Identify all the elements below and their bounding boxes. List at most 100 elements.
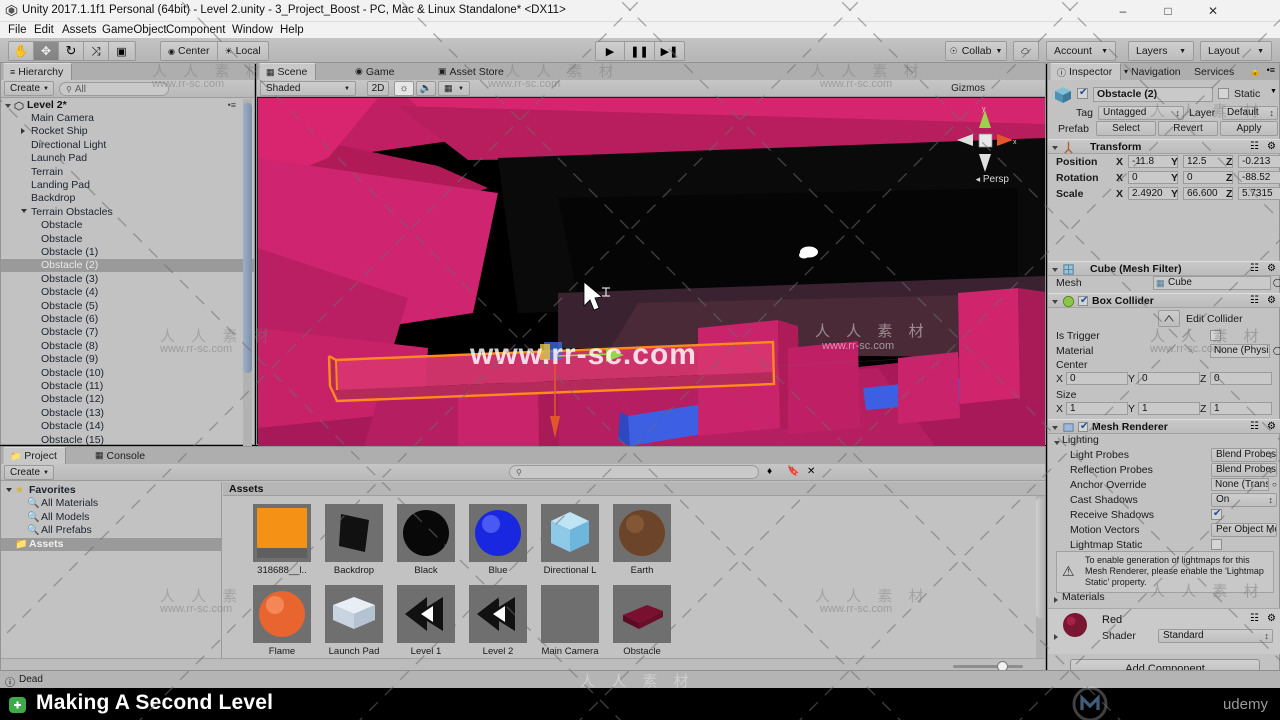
filter-type-icon[interactable]: ♦ <box>767 466 772 477</box>
chevron-down-icon[interactable] <box>21 208 27 213</box>
asset-item[interactable]: Main Camera <box>529 585 611 657</box>
menu-item-window[interactable]: Window <box>228 23 277 37</box>
collider-size-field[interactable]: 1 <box>1066 402 1128 415</box>
window-minimize-button[interactable]: – <box>1101 0 1145 22</box>
asset-scroll-thumb[interactable] <box>1036 498 1045 618</box>
filter-label-icon[interactable]: 🔖 <box>787 466 799 477</box>
hierarchy-item[interactable]: Rocket Ship <box>1 125 254 138</box>
scene-lighting-toggle[interactable]: ☼ <box>394 81 414 96</box>
mesh-object-field[interactable]: Cube <box>1153 276 1271 290</box>
asset-item[interactable]: 318688__l.. <box>241 504 323 576</box>
hierarchy-item[interactable]: Obstacle <box>1 233 254 246</box>
transform-value-field[interactable]: 5.7315 <box>1238 187 1280 200</box>
tab-scene[interactable]: ▦ Scene <box>259 63 317 80</box>
hierarchy-item[interactable]: Obstacle (7) <box>1 326 254 339</box>
renderer-row-checkbox[interactable] <box>1211 539 1222 550</box>
tag-dropdown[interactable]: Untagged <box>1098 106 1184 120</box>
layers-button[interactable]: Layers ▼ <box>1128 41 1194 61</box>
rect-tool-button[interactable]: ▣ <box>109 42 134 60</box>
layer-dropdown[interactable]: Default <box>1222 106 1278 120</box>
box-collider-enabled-checkbox[interactable] <box>1078 295 1088 306</box>
hierarchy-item[interactable]: Obstacle (15) <box>1 434 254 447</box>
window-close-button[interactable]: ✕ <box>1191 0 1235 22</box>
gear-icon[interactable]: ⚙ <box>1267 295 1276 306</box>
hierarchy-options-icon[interactable]: •≡ <box>228 99 236 112</box>
scene-projection-label[interactable]: ◂ Persp <box>976 174 1009 185</box>
collider-size-field[interactable]: 1 <box>1138 402 1200 415</box>
object-picker-icon[interactable]: ◯ <box>1273 278 1280 287</box>
help-icon[interactable]: ☷ <box>1250 141 1259 152</box>
asset-scrollbar[interactable] <box>1036 496 1045 674</box>
scene-viewport[interactable]: y x ◂ Persp <box>258 98 1045 504</box>
asset-item[interactable]: Level 1 <box>385 585 467 657</box>
project-splitter[interactable] <box>221 482 222 674</box>
gear-icon[interactable]: ⚙ <box>1267 421 1276 432</box>
prefab-revert-button[interactable]: Revert <box>1158 121 1218 136</box>
menu-item-gameobject[interactable]: GameObject <box>98 23 171 37</box>
scene-fx-dropdown[interactable]: ▦ ▼ <box>438 81 470 96</box>
menu-item-help[interactable]: Help <box>276 23 308 37</box>
asset-zoom-slider[interactable] <box>953 661 1023 672</box>
hierarchy-item[interactable]: Obstacle (9) <box>1 353 254 366</box>
help-icon[interactable]: ☷ <box>1250 263 1259 274</box>
collider-center-field[interactable]: 0 <box>1138 372 1200 385</box>
tab-hierarchy[interactable]: ≡ Hierarchy <box>3 63 73 80</box>
mesh-renderer-component-header[interactable]: Mesh Renderer ☷ ⚙ <box>1048 419 1280 434</box>
edit-collider-button[interactable] <box>1158 310 1180 327</box>
scale-tool-button[interactable]: ⤨ <box>84 42 109 60</box>
hierarchy-item[interactable]: Launch Pad <box>1 152 254 165</box>
rotate-tool-button[interactable]: ↻ <box>59 42 84 60</box>
tab-services[interactable]: Services <box>1188 63 1242 80</box>
hierarchy-item[interactable]: Landing Pad <box>1 179 254 192</box>
hierarchy-item[interactable]: Obstacle (1) <box>1 246 254 259</box>
object-picker-icon[interactable]: ○ <box>1272 480 1277 489</box>
hierarchy-item[interactable]: Obstacle (14) <box>1 420 254 433</box>
chevron-down-icon[interactable]: ▼ <box>1270 88 1277 95</box>
hierarchy-item[interactable]: Obstacle (4) <box>1 286 254 299</box>
gameobject-name-field[interactable]: Obstacle (2) <box>1093 87 1213 102</box>
hierarchy-item[interactable]: Backdrop <box>1 192 254 205</box>
hierarchy-item[interactable]: Terrain Obstacles <box>1 206 254 219</box>
chevron-down-icon[interactable] <box>1052 300 1058 304</box>
toggle-2d-button[interactable]: 2D <box>367 81 389 96</box>
object-picker-icon[interactable]: ◯ <box>1273 346 1280 355</box>
chevron-down-icon[interactable] <box>6 488 12 492</box>
project-search-input[interactable]: ⚲ <box>509 465 759 479</box>
tab-game[interactable]: ◉ Game <box>349 63 402 80</box>
transform-value-field[interactable]: -0.213 <box>1238 155 1280 168</box>
asset-item[interactable]: Backdrop <box>313 504 395 576</box>
asset-item[interactable]: Earth <box>601 504 683 576</box>
is-trigger-checkbox[interactable] <box>1210 330 1221 341</box>
static-checkbox[interactable] <box>1218 88 1229 99</box>
asset-browser[interactable]: Assets 318688__l.. Backdrop Black Blue Direc… <box>223 482 1045 720</box>
pivot-mode-button[interactable]: ◉ Center <box>160 41 218 61</box>
hand-tool-button[interactable]: ✋ <box>9 42 34 60</box>
asset-item[interactable]: Black <box>385 504 467 576</box>
step-button[interactable]: ▶❚ <box>655 41 685 61</box>
renderer-row-dropdown[interactable]: Per Object Motion <box>1211 523 1277 537</box>
hierarchy-scroll-thumb[interactable] <box>243 103 252 373</box>
asset-item[interactable]: Directional L <box>529 504 611 576</box>
hierarchy-item[interactable]: Obstacle (12) <box>1 393 254 406</box>
hierarchy-item[interactable]: Obstacle <box>1 219 254 232</box>
hierarchy-item[interactable]: Obstacle (2) <box>1 259 254 273</box>
move-tool-button[interactable]: ✥ <box>34 42 59 60</box>
shading-mode-dropdown[interactable]: Shaded ▼ <box>260 81 356 96</box>
chevron-down-icon[interactable] <box>1052 146 1058 150</box>
renderer-row-dropdown[interactable]: On <box>1211 493 1277 507</box>
asset-item[interactable]: Blue <box>457 504 539 576</box>
collider-size-field[interactable]: 1 <box>1210 402 1272 415</box>
renderer-row-dropdown[interactable]: Blend Probes <box>1211 448 1277 462</box>
hierarchy-item[interactable]: Obstacle (10) <box>1 367 254 380</box>
hierarchy-item[interactable]: Obstacle (3) <box>1 273 254 286</box>
hierarchy-item[interactable]: Obstacle (8) <box>1 340 254 353</box>
tab-inspector[interactable]: ⓘ Inspector <box>1050 63 1122 80</box>
clear-search-icon[interactable]: ✕ <box>807 466 815 477</box>
project-tree-item[interactable]: 📁 Assets <box>1 537 221 551</box>
play-button[interactable]: ▶ <box>595 41 625 61</box>
chevron-right-icon[interactable] <box>21 128 25 135</box>
hierarchy-item[interactable]: Obstacle (13) <box>1 407 254 420</box>
menu-item-file[interactable]: File <box>4 23 31 37</box>
asset-item[interactable]: Launch Pad <box>313 585 395 657</box>
hierarchy-search-input[interactable]: ⚲ All <box>59 82 169 96</box>
